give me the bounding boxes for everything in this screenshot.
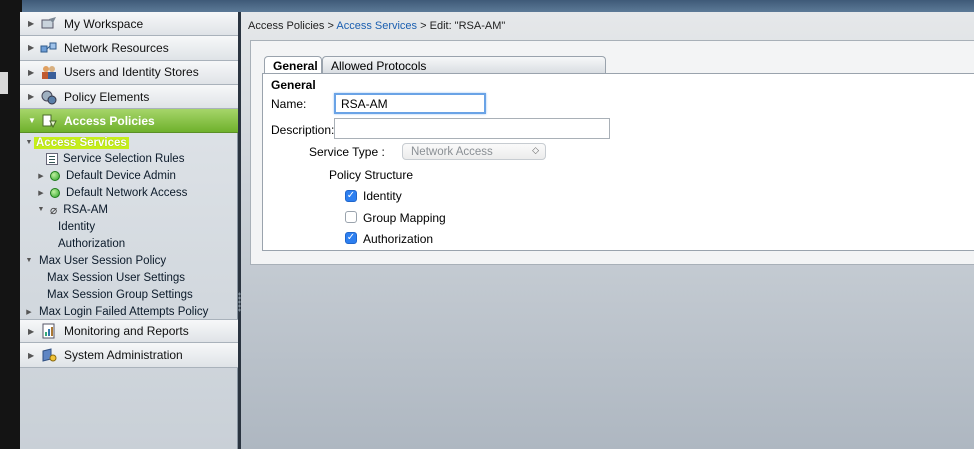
network-resources-icon [40,40,58,56]
chevron-right-icon: ▶ [28,43,35,53]
users-icon [40,64,58,80]
chevron-down-icon: ▼ [25,139,33,147]
chevron-right-icon: ▶ [38,172,44,180]
breadcrumb-separator: > [417,20,430,32]
tab-label: Allowed Protocols [331,58,427,73]
tree-item-default-network-access[interactable]: ▶ Default Network Access [36,184,187,201]
drawer-users-identity-stores[interactable]: ▶ Users and Identity Stores [20,60,238,85]
chevron-down-icon: ▼ [25,257,33,265]
tree-item-label: Max Login Failed Attempts Policy [39,305,209,318]
tree-item-label: Default Device Admin [66,169,176,182]
status-green-icon [50,187,60,198]
status-green-icon [50,170,60,181]
breadcrumb-current: Edit: "RSA-AM" [429,20,506,32]
tree-item-default-device-admin[interactable]: ▶ Default Device Admin [36,167,176,184]
service-type-value: Network Access [411,145,493,158]
tree-item-access-services[interactable]: ▼ Access Services [24,134,129,151]
tree-item-max-login-failed[interactable]: ▶ Max Login Failed Attempts Policy [24,303,208,320]
left-edge [0,0,22,449]
group-mapping-label: Group Mapping [363,211,446,225]
tab-allowed-protocols[interactable]: Allowed Protocols [322,56,606,74]
tree-item-label: Max Session User Settings [47,271,186,284]
identity-label: Identity [363,189,402,203]
drawer-label: Access Policies [64,113,155,128]
drawer-monitoring-reports[interactable]: ▶ Monitoring and Reports [20,319,238,344]
system-admin-icon [40,347,58,363]
chevron-right-icon: ▶ [28,92,35,102]
drawer-label: Network Resources [64,40,169,55]
general-panel: General Name: Description: Service Type … [262,73,974,251]
drawer-access-policies[interactable]: ▼ Access Policies [20,109,238,134]
tree-item-label: Max Session Group Settings [47,288,193,301]
tree-item-label: Service Selection Rules [63,152,185,165]
chevron-down-icon: ▼ [37,206,45,214]
top-strip [0,0,974,12]
tree-item-label: Access Services [34,136,129,149]
drawer-system-administration[interactable]: ▶ System Administration [20,343,238,368]
service-type-select[interactable]: Network Access ◇ [402,143,546,160]
tree-item-identity[interactable]: Identity [58,218,95,235]
access-policies-icon [40,113,58,129]
authorization-checkbox[interactable]: ✓ [345,232,357,244]
tree-item-label: Identity [58,220,96,233]
disabled-icon: ⌀ [50,202,58,217]
drawer-my-workspace[interactable]: ▶ My Workspace [20,12,238,37]
workspace-icon [40,16,58,32]
select-caret-icon: ◇ [532,145,539,155]
tree-item-rsa-am[interactable]: ▼ ⌀ RSA-AM [36,201,108,218]
description-label: Description: [271,123,335,137]
drawer-label: System Administration [64,348,183,363]
identity-checkbox[interactable]: ✓ [345,190,357,202]
tree-item-label: RSA-AM [63,203,108,216]
drawer-label: Policy Elements [64,89,150,104]
breadcrumb: Access Policies > Access Services > Edit… [248,20,505,32]
rules-table-icon [46,152,58,165]
breadcrumb-access-services-link[interactable]: Access Services [336,20,417,32]
tab-general[interactable]: General [264,56,322,74]
access-policies-tree: ▼ Access Services Service Selection Rule… [20,133,237,319]
chevron-right-icon: ▶ [26,308,32,316]
tree-item-service-selection-rules[interactable]: Service Selection Rules [46,150,184,167]
policy-elements-icon [40,89,58,105]
tree-item-label: Authorization [58,237,126,250]
tree-item-label: Max User Session Policy [39,254,167,267]
monitoring-icon [40,323,58,339]
tab-bar: General Allowed Protocols [264,56,606,74]
section-title: General [271,78,316,92]
tree-item-max-session-group-settings[interactable]: Max Session Group Settings [47,286,193,303]
chevron-down-icon: ▼ [28,116,36,126]
group-mapping-checkbox[interactable] [345,211,357,223]
drawer-label: My Workspace [64,16,144,31]
tree-item-max-user-session-policy[interactable]: ▼ Max User Session Policy [24,252,167,269]
drawer-label: Users and Identity Stores [64,65,199,80]
description-input[interactable] [334,118,610,139]
edge-notch [0,72,8,94]
sidebar: ▶ My Workspace ▶ Network Resources ▶ Use… [20,12,238,449]
policy-structure-label: Policy Structure [329,168,414,182]
authorization-label: Authorization [363,232,434,246]
chevron-right-icon: ▶ [28,326,35,336]
chevron-right-icon: ▶ [28,19,35,29]
breadcrumb-access-policies[interactable]: Access Policies [248,20,324,32]
chevron-right-icon: ▶ [38,189,44,197]
tree-item-authorization[interactable]: Authorization [58,235,125,252]
drawer-label: Monitoring and Reports [64,324,189,339]
drawer-policy-elements[interactable]: ▶ Policy Elements [20,84,238,110]
tab-label: General [273,58,318,73]
service-type-label: Service Type : [309,145,385,159]
tree-item-label: Default Network Access [66,186,188,199]
chevron-right-icon: ▶ [28,67,35,77]
drawer-network-resources[interactable]: ▶ Network Resources [20,36,238,61]
name-label: Name: [271,97,307,111]
name-input[interactable] [334,93,486,114]
breadcrumb-separator: > [324,20,337,32]
chevron-right-icon: ▶ [28,350,35,360]
tree-item-max-session-user-settings[interactable]: Max Session User Settings [47,269,185,286]
